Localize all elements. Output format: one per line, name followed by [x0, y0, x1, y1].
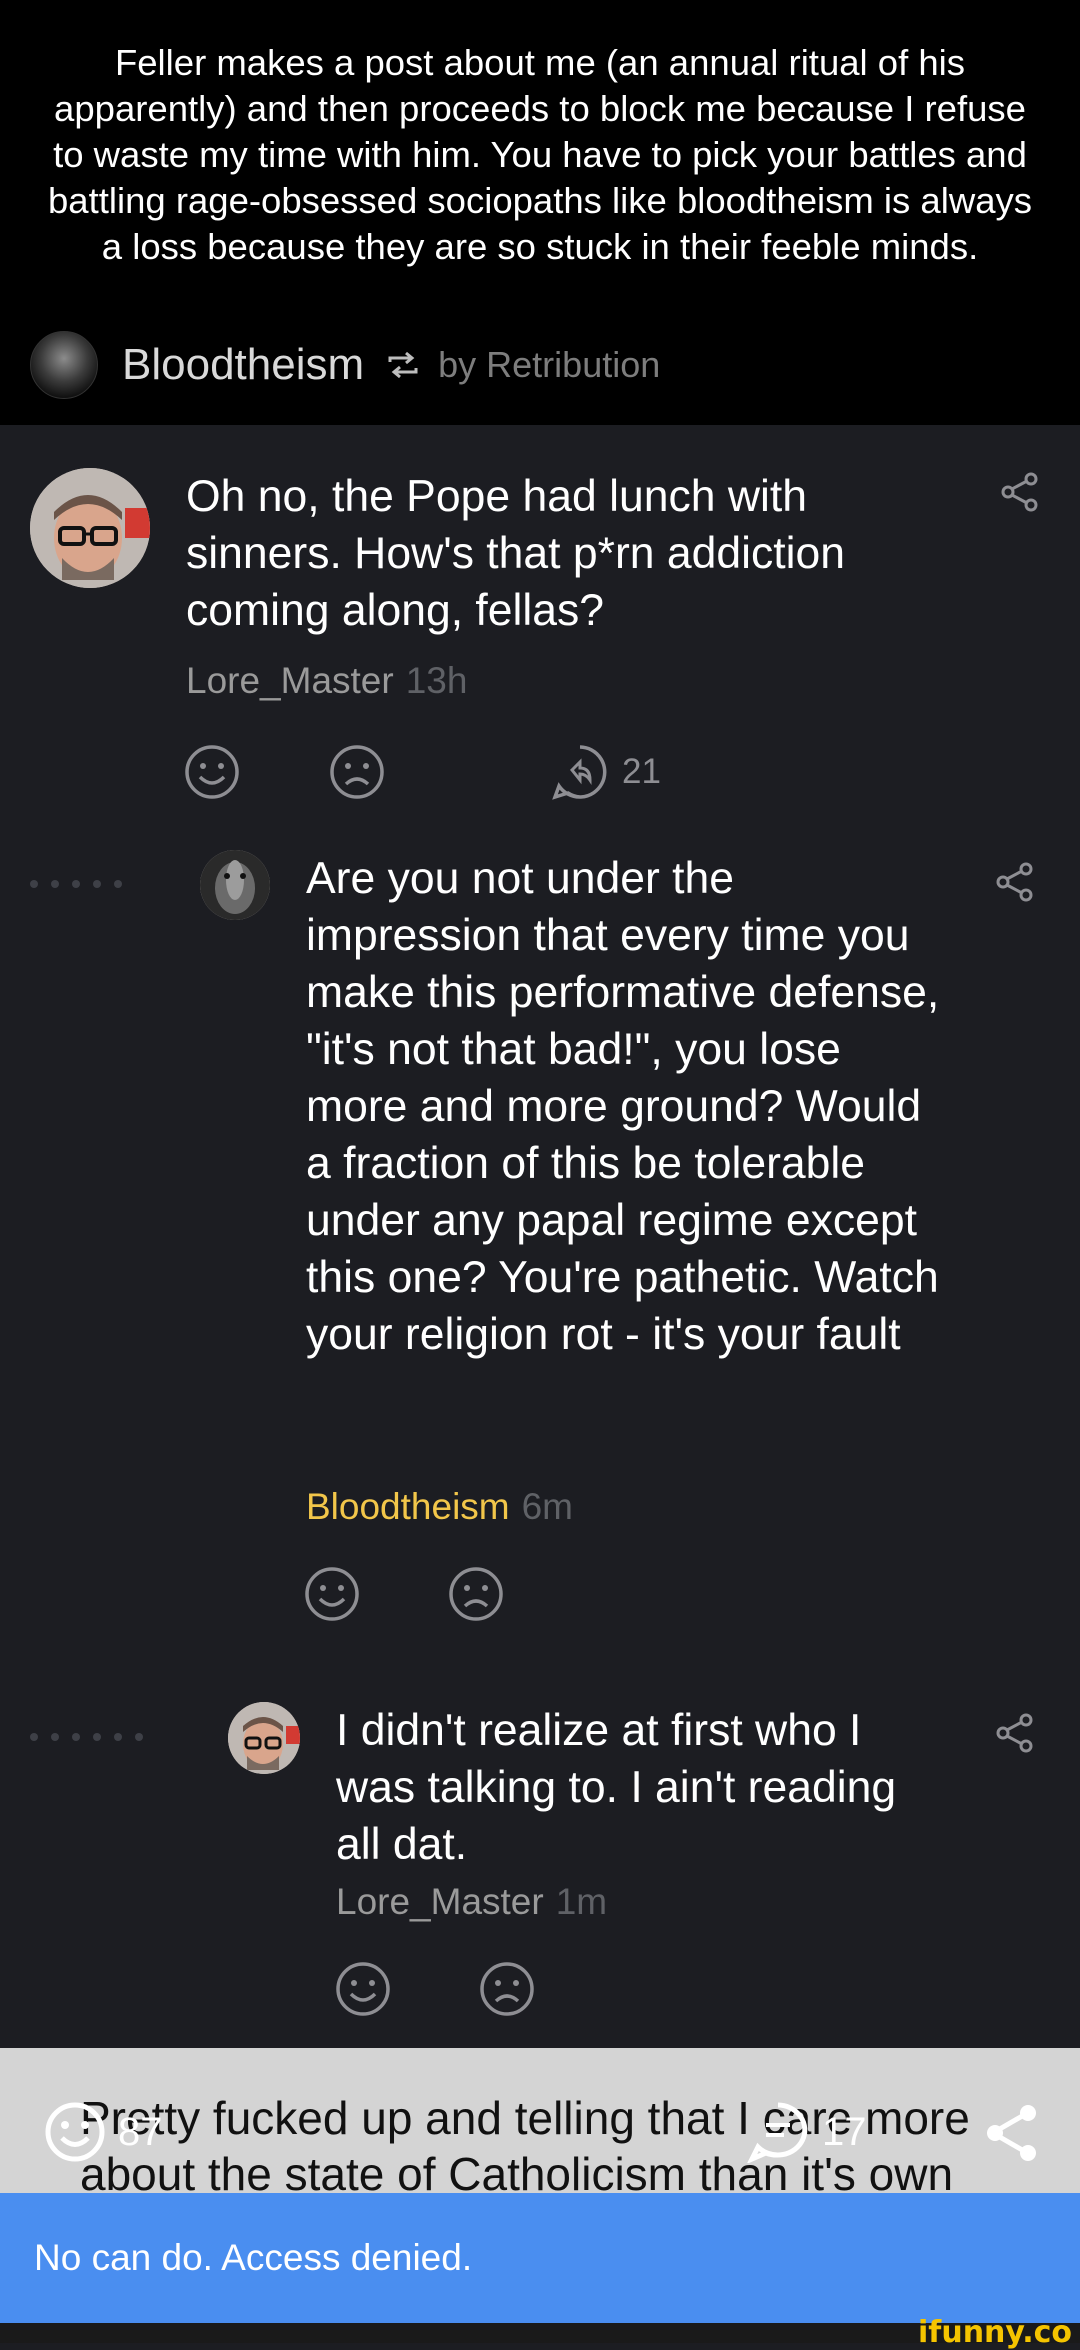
share-icon[interactable] — [1001, 472, 1039, 517]
comment-text: I didn't realize at first who I was talk… — [336, 1706, 897, 1869]
comment-meta: Lore_Master 13h — [186, 660, 467, 702]
caption-header: Feller makes a post about me (an annual … — [0, 0, 1080, 425]
comment-time: 6m — [521, 1486, 574, 1527]
reply-icon — [552, 745, 607, 800]
comment-author[interactable]: Lore_Master — [336, 1881, 544, 1922]
comments-action[interactable]: 17 — [746, 2101, 867, 2163]
comment-meta: Bloodtheism 6m — [306, 1486, 573, 1528]
replies-button[interactable]: 21 — [552, 744, 661, 800]
toast-message: No can do. Access denied. — [34, 2237, 473, 2278]
smile-count: 87 — [118, 2109, 163, 2154]
comment-author[interactable]: Lore_Master — [186, 660, 394, 701]
comment-time: 1m — [555, 1881, 608, 1922]
smile-react-icon[interactable] — [184, 744, 240, 805]
replies-count: 21 — [622, 752, 661, 791]
comment-author[interactable]: Bloodtheism — [306, 1486, 510, 1527]
comment-meta: Lore_Master 1m — [336, 1881, 607, 1923]
access-denied-toast: No can do. Access denied. — [0, 2193, 1080, 2323]
frown-react-icon[interactable] — [448, 1566, 504, 1627]
repost-icon — [386, 350, 420, 380]
avatar[interactable] — [228, 1702, 300, 1774]
smile-react-icon[interactable] — [335, 1961, 391, 2022]
reply-depth-indicator — [30, 1733, 143, 1741]
smile-action[interactable]: 87 — [44, 2101, 163, 2163]
repost-by-label[interactable]: by Retribution — [438, 344, 660, 386]
comment-text: Oh no, the Pope had lunch with sinners. … — [186, 472, 846, 635]
comment-text: Are you not under the impression that ev… — [306, 854, 940, 1359]
repost-author-avatar[interactable] — [30, 331, 98, 399]
share-icon[interactable] — [996, 1713, 1034, 1758]
frown-react-icon[interactable] — [329, 744, 385, 805]
repost-author-name[interactable]: Bloodtheism — [122, 340, 364, 390]
smile-action-icon — [45, 2102, 105, 2162]
repost-row[interactable]: Bloodtheism by Retribution — [30, 331, 660, 399]
caption-text: Feller makes a post about me (an annual … — [47, 42, 1032, 267]
comment-time: 13h — [405, 660, 468, 701]
comment-bubble-icon — [747, 2102, 808, 2163]
comment-count: 17 — [822, 2109, 867, 2154]
reply-depth-indicator — [30, 880, 122, 888]
smile-react-icon[interactable] — [304, 1566, 360, 1627]
share-action-icon[interactable] — [984, 2103, 1040, 2168]
strip-caption-text: Pretty fucked up and telling that I care… — [80, 2092, 970, 2193]
bottom-post-strip: Pretty fucked up and telling that I care… — [0, 2048, 1080, 2193]
avatar[interactable] — [200, 850, 270, 920]
footer-bar: ifunny.co — [0, 2315, 1080, 2350]
avatar[interactable] — [30, 468, 150, 588]
share-icon[interactable] — [996, 862, 1034, 907]
ifunny-watermark: ifunny.co — [918, 2315, 1072, 2350]
frown-react-icon[interactable] — [479, 1961, 535, 2022]
